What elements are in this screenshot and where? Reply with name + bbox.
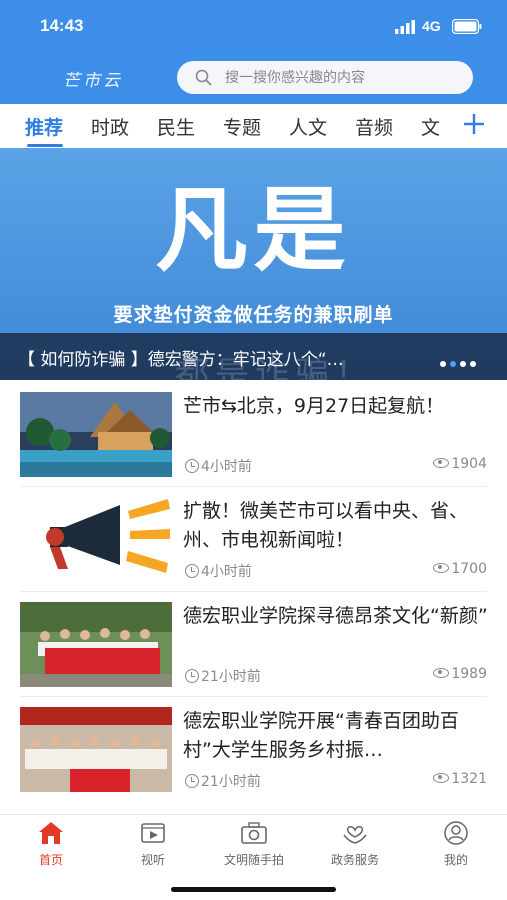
news-time-text: 21小时前 (201, 669, 261, 685)
news-item[interactable]: 扩散！微美芒市可以看中央、省、州、市电视新闻啦！ 4小时前 1700 (0, 487, 507, 592)
status-time: 14:43 (40, 16, 84, 35)
tab-livelihood[interactable]: 民生 (157, 113, 195, 140)
banner-subtitle: 要求垫付资金做任务的兼职刷单 (113, 304, 394, 326)
nav-snapshot[interactable]: 文明随手拍 (209, 821, 299, 868)
news-title[interactable]: 德宏职业学院开展“青春百团助百村”大学生服务乡村振… (183, 707, 493, 765)
news-time: 4小时前 (185, 456, 252, 476)
news-thumbnail[interactable] (20, 602, 172, 687)
active-tab-indicator (27, 144, 63, 147)
news-views: 1904 (433, 456, 487, 472)
carousel-dot[interactable] (440, 360, 446, 367)
clock-icon (185, 564, 199, 578)
add-channel-icon[interactable] (462, 112, 486, 136)
clock-icon (185, 774, 199, 788)
news-thumbnail[interactable] (20, 392, 172, 477)
news-views-count: 1700 (451, 561, 487, 577)
tab-topics[interactable]: 专题 (223, 113, 261, 140)
news-thumbnail[interactable] (20, 497, 172, 582)
battery-icon (452, 19, 482, 34)
news-time: 21小时前 (185, 771, 261, 791)
news-views: 1989 (433, 666, 487, 682)
carousel-dot-active[interactable] (450, 360, 456, 367)
news-item[interactable]: 德宏职业学院开展“青春百团助百村”大学生服务乡村振… 21小时前 1321 (0, 697, 507, 802)
news-views-count: 1904 (451, 456, 487, 472)
news-thumbnail[interactable] (20, 707, 172, 792)
nav-services[interactable]: 政务服务 (310, 821, 400, 868)
news-time-text: 4小时前 (201, 459, 252, 475)
clock-icon (185, 669, 199, 683)
tab-audio[interactable]: 音频 (355, 113, 393, 140)
group-photo-icon (20, 707, 172, 792)
banner-caption-bar: 都是诈骗！ 【 如何防诈骗 】德宏警方：牢记这八个“… (0, 333, 507, 380)
news-views-count: 1989 (451, 666, 487, 682)
profile-icon (444, 821, 468, 845)
nav-profile[interactable]: 我的 (411, 821, 501, 868)
nav-video[interactable]: 视听 (108, 821, 198, 868)
status-bar: 14:43 4G (0, 0, 507, 52)
nav-home[interactable]: 首页 (6, 821, 96, 868)
news-time-text: 4小时前 (201, 564, 252, 580)
eye-icon (433, 458, 450, 468)
search-icon (195, 69, 212, 86)
heart-hands-icon (343, 826, 367, 844)
carousel-dot[interactable] (460, 360, 466, 367)
news-views: 1700 (433, 561, 487, 577)
nav-label: 首页 (38, 853, 63, 867)
news-item[interactable]: 芒市⇆北京，9月27日起复航！ 4小时前 1904 (0, 382, 507, 487)
eye-icon (433, 668, 450, 678)
video-icon (141, 823, 165, 843)
news-title[interactable]: 德宏职业学院探寻德昂茶文化“新颜” (183, 602, 493, 660)
search-bar[interactable] (177, 61, 473, 94)
home-icon (39, 822, 63, 844)
category-tabs: 推荐 时政 民生 专题 人文 音频 文 (0, 104, 507, 148)
nav-label: 政务服务 (330, 853, 379, 867)
group-photo-icon (20, 602, 172, 687)
tab-culture[interactable]: 人文 (289, 113, 327, 140)
nav-label: 视听 (140, 853, 165, 867)
news-time-text: 21小时前 (201, 774, 261, 790)
network-label: 4G (422, 18, 441, 34)
eye-icon (433, 563, 450, 573)
app-header: 14:43 4G 芒市云 (0, 0, 507, 104)
home-indicator[interactable] (171, 887, 336, 892)
signal-icon (395, 20, 415, 34)
megaphone-icon (20, 497, 172, 582)
tab-more[interactable]: 文 (421, 113, 440, 140)
search-input[interactable] (225, 61, 455, 94)
carousel-dot[interactable] (470, 360, 476, 367)
resort-photo-icon (20, 392, 172, 477)
tab-recommend[interactable]: 推荐 (25, 113, 63, 140)
news-views-count: 1321 (451, 771, 487, 787)
tab-politics[interactable]: 时政 (91, 113, 129, 140)
news-time: 21小时前 (185, 666, 261, 686)
camera-icon (241, 822, 267, 844)
news-title[interactable]: 芒市⇆北京，9月27日起复航！ (183, 392, 493, 450)
nav-label: 我的 (443, 853, 468, 867)
carousel-dots (440, 353, 480, 367)
banner-caption: 【 如何防诈骗 】德宏警方：牢记这八个“… (18, 350, 344, 370)
news-time: 4小时前 (185, 561, 252, 581)
banner-headline: 凡是 (155, 176, 352, 284)
news-title[interactable]: 扩散！微美芒市可以看中央、省、州、市电视新闻啦！ (183, 497, 493, 555)
nav-label: 文明随手拍 (223, 853, 284, 867)
news-views: 1321 (433, 771, 487, 787)
banner-carousel[interactable]: 凡是 要求垫付资金做任务的兼职刷单 都是诈骗！ 【 如何防诈骗 】德宏警方：牢记… (0, 148, 507, 380)
news-item[interactable]: 德宏职业学院探寻德昂茶文化“新颜” 21小时前 1989 (0, 592, 507, 697)
clock-icon (185, 459, 199, 473)
eye-icon (433, 773, 450, 783)
app-logo: 芒市云 (63, 71, 123, 91)
